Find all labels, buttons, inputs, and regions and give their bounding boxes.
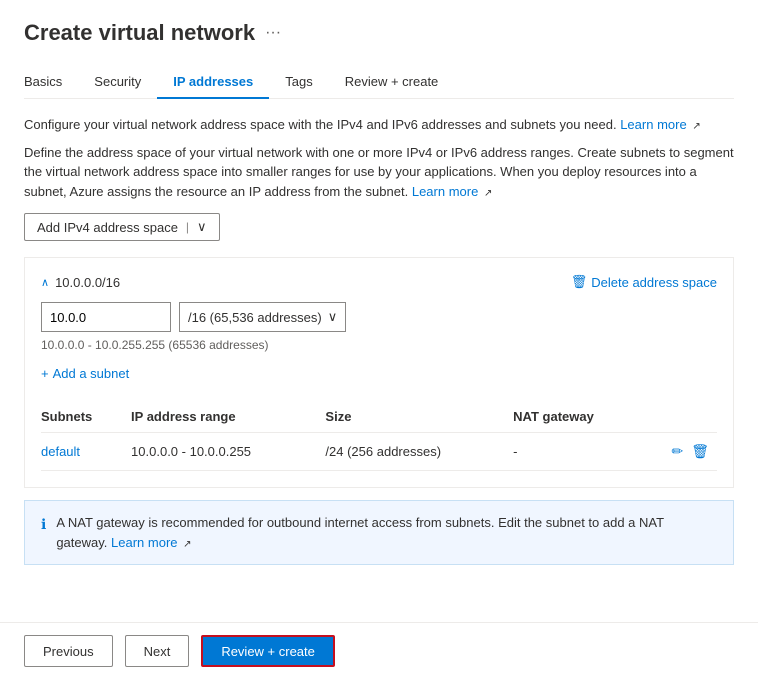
more-options-icon[interactable]: ··· xyxy=(265,24,281,42)
delete-label: Delete address space xyxy=(591,275,717,290)
delete-address-space-link[interactable]: 🗑 Delete address space xyxy=(571,274,717,290)
tab-ip-addresses[interactable]: IP addresses xyxy=(157,66,269,99)
info-icon: ℹ xyxy=(41,514,46,535)
learn-more-link-1[interactable]: Learn more xyxy=(620,117,686,132)
external-link-icon-2: ↗ xyxy=(484,188,492,199)
description-line2: Define the address space of your virtual… xyxy=(24,145,734,199)
add-subnet-label: Add a subnet xyxy=(53,366,130,381)
row-action-icons: ✏ 🗑 xyxy=(648,443,709,460)
tab-review-create[interactable]: Review + create xyxy=(329,66,455,99)
subnet-ip-range: 10.0.0.0 - 10.0.0.255 xyxy=(131,433,325,471)
dropdown-chevron-icon: ∨ xyxy=(328,309,338,325)
tab-bar: Basics Security IP addresses Tags Review… xyxy=(24,66,734,99)
col-actions xyxy=(648,401,717,433)
collapse-icon[interactable]: ∧ xyxy=(41,276,49,289)
col-nat-gateway: NAT gateway xyxy=(513,401,648,433)
learn-more-link-2[interactable]: Learn more xyxy=(412,184,478,199)
table-header-row: Subnets IP address range Size NAT gatewa… xyxy=(41,401,717,433)
delete-icon: 🗑 xyxy=(571,274,588,290)
description-block: Configure your virtual network address s… xyxy=(24,115,734,201)
footer: Previous Next Review + create xyxy=(0,622,758,679)
prefix-dropdown[interactable]: /16 (65,536 addresses) ∨ xyxy=(179,302,346,332)
next-button[interactable]: Next xyxy=(125,635,190,667)
address-space-cidr: 10.0.0.0/16 xyxy=(55,275,120,290)
plus-icon: + xyxy=(41,366,49,381)
col-subnets: Subnets xyxy=(41,401,131,433)
ip-address-input[interactable] xyxy=(41,302,171,332)
tab-tags[interactable]: Tags xyxy=(269,66,328,99)
subnet-nat-gateway: - xyxy=(513,433,648,471)
col-size: Size xyxy=(325,401,513,433)
external-link-icon-1: ↗ xyxy=(692,121,700,132)
tab-basics[interactable]: Basics xyxy=(24,66,78,99)
ip-range-hint: 10.0.0.0 - 10.0.255.255 (65536 addresses… xyxy=(41,338,717,352)
nat-external-link-icon: ↗ xyxy=(183,539,191,550)
divider: | xyxy=(186,220,189,234)
ip-input-row: /16 (65,536 addresses) ∨ xyxy=(41,302,717,332)
review-create-button[interactable]: Review + create xyxy=(201,635,335,667)
table-row: default 10.0.0.0 - 10.0.0.255 /24 (256 a… xyxy=(41,433,717,471)
subnet-size: /24 (256 addresses) xyxy=(325,433,513,471)
delete-subnet-icon[interactable]: 🗑 xyxy=(691,443,709,460)
address-space-title: ∧ 10.0.0.0/16 xyxy=(41,275,120,290)
prefix-label: /16 (65,536 addresses) xyxy=(188,310,322,325)
page-title: Create virtual network xyxy=(24,20,255,46)
dropdown-arrow-icon: ∨ xyxy=(197,219,207,235)
col-ip-range: IP address range xyxy=(131,401,325,433)
add-ipv4-label: Add IPv4 address space xyxy=(37,220,178,235)
previous-button[interactable]: Previous xyxy=(24,635,113,667)
subnet-table: Subnets IP address range Size NAT gatewa… xyxy=(41,401,717,471)
add-subnet-button[interactable]: + Add a subnet xyxy=(41,362,129,385)
subnet-name-link[interactable]: default xyxy=(41,444,80,459)
nat-notification: ℹ A NAT gateway is recommended for outbo… xyxy=(24,500,734,565)
address-space-header: ∧ 10.0.0.0/16 🗑 Delete address space xyxy=(41,274,717,290)
address-space-box: ∧ 10.0.0.0/16 🗑 Delete address space /16… xyxy=(24,257,734,488)
nat-learn-more-link[interactable]: Learn more xyxy=(111,535,177,550)
add-ipv4-button[interactable]: Add IPv4 address space | ∨ xyxy=(24,213,220,241)
description-line1: Configure your virtual network address s… xyxy=(24,117,617,132)
edit-subnet-icon[interactable]: ✏ xyxy=(671,443,683,460)
page-header: Create virtual network ··· xyxy=(24,20,734,46)
nat-notification-text: A NAT gateway is recommended for outboun… xyxy=(56,513,717,552)
tab-security[interactable]: Security xyxy=(78,66,157,99)
